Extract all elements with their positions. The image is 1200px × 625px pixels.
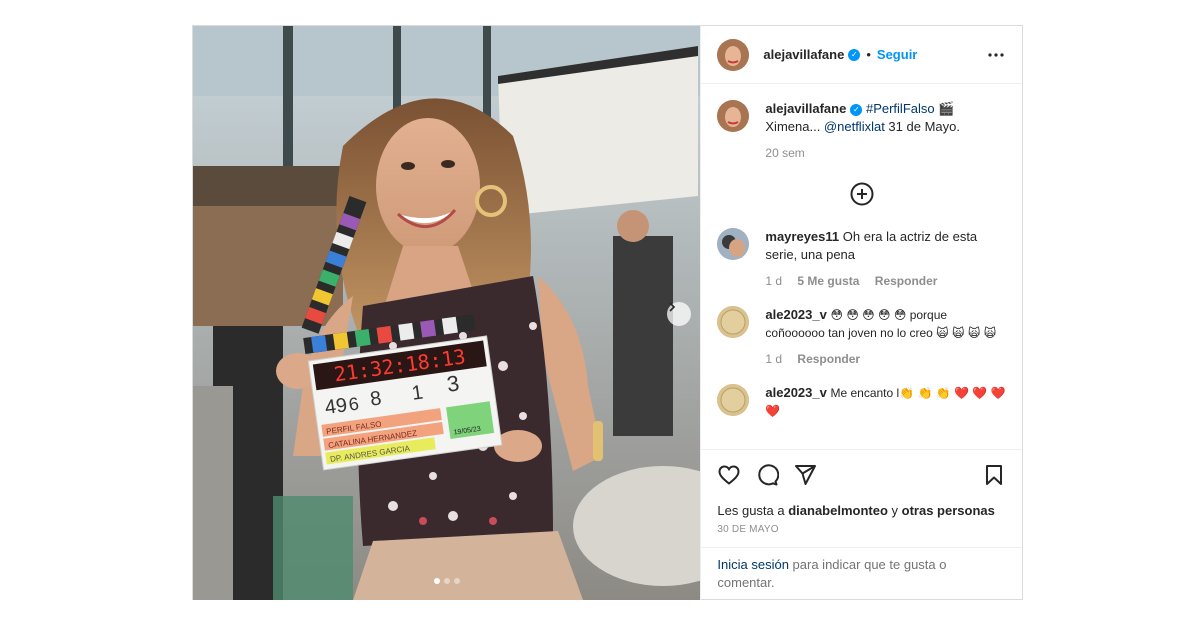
login-link[interactable]: Inicia sesión [717,557,789,572]
liked-by-others[interactable]: otras personas [902,503,995,518]
bookmark-icon [986,464,1002,485]
chevron-right-icon [669,302,676,312]
likes-prefix: Les gusta a [717,503,789,518]
comment-item: mayreyes11 Oh era la actriz de esta seri… [717,228,1006,288]
login-prompt: Inicia sesión para indicar que te gusta … [701,547,1022,600]
carousel-dot-1 [433,578,440,584]
caption: alejavillafane ✓ #PerfilFalso 🎬 Ximena...… [717,100,1006,160]
avatar-image [717,38,750,71]
heart-icon [718,464,740,485]
action-bar [701,449,1022,499]
post-container: 21:32:18:13 49 6 8 1 3 PERFIL FALSO CATA… [192,25,1023,600]
comment-bubble-icon [758,463,780,485]
verified-badge-icon: ✓ [850,103,863,116]
comment-item: ale2023_v 😳 😳 😳 😳 😳 porque coñoooooo tan… [717,306,1006,366]
load-more-comments-button[interactable] [717,182,1006,206]
comment-time[interactable]: 1 d [765,352,782,366]
carousel-indicator [193,578,700,584]
post-header: alejavillafane ✓ • Seguir [701,26,1022,84]
plus-circle-icon [850,182,874,206]
comment-time[interactable]: 1 d [765,274,782,288]
post-photo: 21:32:18:13 49 6 8 1 3 PERFIL FALSO CATA… [193,26,701,600]
carousel-dot-3 [453,578,460,584]
share-button[interactable] [793,463,817,487]
commenter-avatar[interactable] [717,306,750,338]
more-options-icon[interactable] [984,43,1008,67]
carousel-dot-2 [443,578,450,584]
likes-connector: y [887,503,902,518]
save-button[interactable] [982,463,1006,487]
caption-hashtag[interactable]: #PerfilFalso [866,101,935,116]
caption-username[interactable]: alejavillafane [765,101,846,116]
author-avatar[interactable] [717,38,750,71]
reply-button[interactable]: Responder [797,352,860,366]
caption-author-avatar[interactable] [717,100,750,132]
scene-number: 49 [323,394,348,419]
caption-text-after: 31 de Mayo. [884,119,960,134]
comment-username[interactable]: ale2023_v [765,307,826,322]
comment-username[interactable]: ale2023_v [765,385,826,400]
commenter-avatar[interactable] [717,384,750,416]
caption-time[interactable]: 20 sem [765,146,804,160]
post-side-panel: alejavillafane ✓ • Seguir alejavillafane… [700,26,1022,600]
commenter-avatar[interactable] [717,228,750,260]
caption-mention[interactable]: @netflixlat [824,119,885,134]
comment-username[interactable]: mayreyes11 [765,229,839,244]
author-username[interactable]: alejavillafane [763,47,844,62]
comment-likes[interactable]: 5 Me gusta [797,274,859,288]
follow-button[interactable]: Seguir [877,47,917,62]
post-media[interactable]: 21:32:18:13 49 6 8 1 3 PERFIL FALSO CATA… [193,26,701,600]
comment-item: ale2023_v Me encanto l👏 👏 👏 ❤️ ❤️ ❤️ ❤️ [717,384,1006,420]
verified-badge-icon: ✓ [848,48,861,61]
like-button[interactable] [717,463,741,487]
caption-text-before: Ximena... [765,119,824,134]
comments-section[interactable]: alejavillafane ✓ #PerfilFalso 🎬 Ximena...… [701,84,1022,449]
next-slide-button[interactable] [667,302,691,326]
paper-plane-icon [795,464,817,485]
header-separator: • [866,47,871,62]
liked-by-user[interactable]: dianabelmonteo [788,503,888,518]
post-date[interactable]: 30 DE MAYO [701,518,1022,547]
comment-button[interactable] [755,463,780,487]
reply-button[interactable]: Responder [875,274,938,288]
clapper-emoji: 🎬 [938,101,955,116]
likes-summary: Les gusta a dianabelmonteo y otras perso… [701,499,1022,518]
